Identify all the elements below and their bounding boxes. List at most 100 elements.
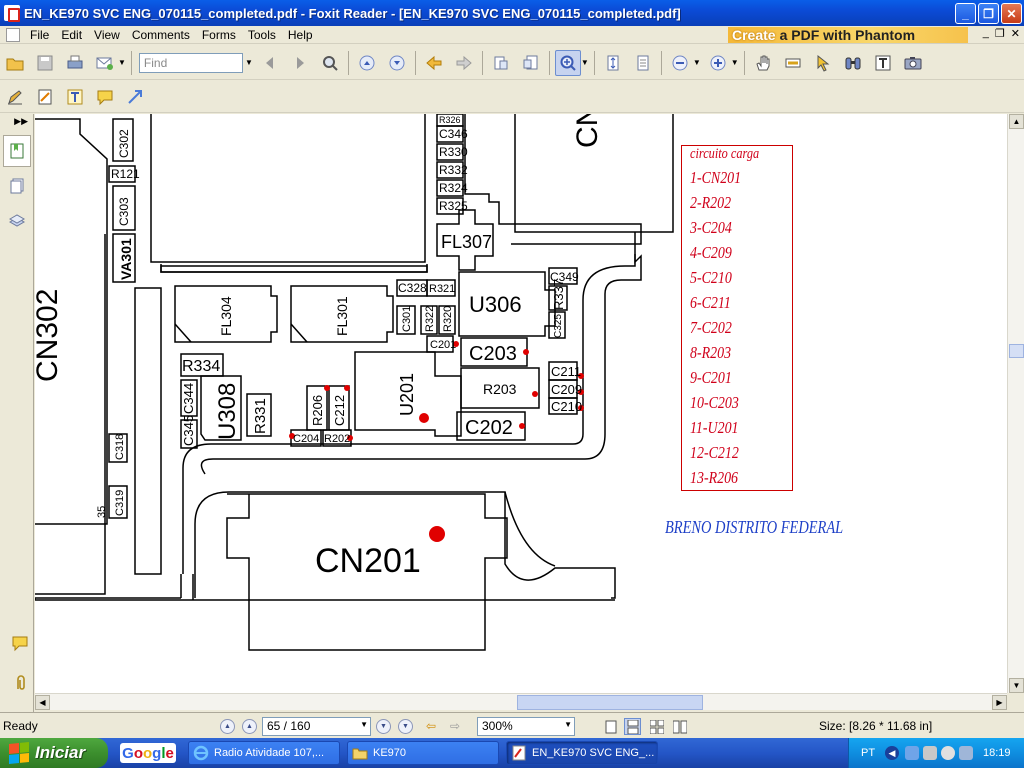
layers-tab[interactable] <box>3 205 31 237</box>
zoom-out-button[interactable] <box>667 50 693 76</box>
label-c344: C344 <box>181 383 196 414</box>
insert-pages-icon <box>523 55 538 69</box>
note-tool-button[interactable] <box>32 84 58 110</box>
minimize-button[interactable]: _ <box>955 3 976 24</box>
clock[interactable]: 18:19 <box>983 747 1011 759</box>
fit-width-button[interactable] <box>630 50 656 76</box>
scroll-left-arrow[interactable]: ◀ <box>35 695 50 710</box>
close-button[interactable]: ✕ <box>1001 3 1022 24</box>
zoom-tool-dropdown[interactable]: ▼ <box>581 58 589 67</box>
zoom-dropdown-arrow[interactable]: ▼ <box>564 720 572 729</box>
search-button[interactable] <box>317 50 343 76</box>
menu-edit[interactable]: Edit <box>55 28 88 42</box>
status-bar: Ready ▲ ▲ 65 / 160 ▼ ▼ ▼ ⇦ ⇨ 300% ▼ Size… <box>0 712 1024 738</box>
zoom-tool-button[interactable] <box>554 49 581 76</box>
label-r326: R326 <box>439 115 461 125</box>
callout-tool-button[interactable] <box>92 84 118 110</box>
horizontal-scroll-thumb[interactable] <box>517 695 703 710</box>
next-page-nav-button[interactable]: ▼ <box>376 719 391 734</box>
select-text-icon <box>785 58 801 67</box>
scroll-up-arrow[interactable]: ▲ <box>1009 114 1024 129</box>
scroll-down-arrow[interactable]: ▼ <box>1009 678 1024 693</box>
open-button[interactable] <box>2 50 28 76</box>
forward-button[interactable] <box>451 50 477 76</box>
horizontal-scrollbar[interactable]: ◀ ▶ <box>35 693 1007 710</box>
email-dropdown-arrow[interactable]: ▼ <box>118 58 126 67</box>
taskbar-item-foxit[interactable]: EN_KE970 SVC ENG_... <box>506 741 658 765</box>
select-annotation-button[interactable] <box>810 50 836 76</box>
page-number-input[interactable]: 65 / 160 ▼ <box>262 717 371 736</box>
comments-tab[interactable] <box>6 627 34 659</box>
network-icon[interactable] <box>905 746 919 760</box>
google-quicklaunch[interactable]: Google <box>120 743 176 763</box>
email-button[interactable] <box>92 50 118 76</box>
find-input[interactable]: Find <box>138 52 243 73</box>
language-indicator[interactable]: PT <box>861 747 875 759</box>
back-button[interactable] <box>421 50 447 76</box>
previous-page-button[interactable] <box>354 50 380 76</box>
extract-pages-button[interactable] <box>488 50 514 76</box>
previous-page-nav-button[interactable]: ▲ <box>242 719 257 734</box>
attachments-tab[interactable] <box>6 667 34 699</box>
pages-thumbnail-icon <box>10 178 24 194</box>
vertical-scroll-thumb[interactable] <box>1009 344 1024 358</box>
next-page-button[interactable] <box>384 50 410 76</box>
scroll-right-arrow[interactable]: ▶ <box>992 695 1007 710</box>
arrow-tool-button[interactable] <box>122 84 148 110</box>
loupe-button[interactable] <box>840 50 866 76</box>
taskbar-item-ke970[interactable]: KE970 <box>347 741 499 765</box>
print-button[interactable] <box>62 50 88 76</box>
expand-panel-icon[interactable]: ▶▶ <box>14 116 28 127</box>
continuous-view-button[interactable] <box>624 718 641 735</box>
tray-app-icon[interactable] <box>959 746 973 760</box>
taskbar-item-radio[interactable]: Radio Atividade 107,... <box>188 741 340 765</box>
phantom-ad-banner[interactable]: Create a PDF with Phantom <box>728 27 968 43</box>
snapshot-button[interactable] <box>900 50 926 76</box>
document-view[interactable]: C302 R121 C303 VA301 CN302 R326 C346 R33… <box>35 114 1007 693</box>
volume-icon[interactable] <box>923 746 937 760</box>
doc-minimize-button[interactable]: _ <box>983 27 989 40</box>
title-bar[interactable]: EN_KE970 SVC ENG_070115_completed.pdf - … <box>0 0 1024 26</box>
menu-comments[interactable]: Comments <box>126 28 196 42</box>
document-icon[interactable] <box>6 27 20 42</box>
zoom-in-button[interactable] <box>705 50 731 76</box>
menu-view[interactable]: View <box>88 28 126 42</box>
pencil-tool-button[interactable] <box>2 84 28 110</box>
typewriter-tool-button[interactable] <box>62 84 88 110</box>
zoom-level-input[interactable]: 300% ▼ <box>477 717 575 736</box>
page-dropdown-arrow[interactable]: ▼ <box>360 720 368 729</box>
tray-expand-icon[interactable]: ◀ <box>885 746 899 760</box>
doc-restore-button[interactable]: ❐ <box>995 27 1005 40</box>
doc-close-button[interactable]: ✕ <box>1011 27 1020 40</box>
menu-forms[interactable]: Forms <box>196 28 242 42</box>
insert-pages-button[interactable] <box>518 50 544 76</box>
last-page-button[interactable]: ▼ <box>398 719 413 734</box>
hand-tool-button[interactable] <box>750 50 776 76</box>
zoom-in-dropdown[interactable]: ▼ <box>731 58 739 67</box>
history-back-icon[interactable]: ⇦ <box>426 719 436 733</box>
pages-tab[interactable] <box>3 170 31 202</box>
find-next-button[interactable] <box>287 50 313 76</box>
bookmarks-tab[interactable] <box>3 135 31 167</box>
fit-page-button[interactable] <box>600 50 626 76</box>
label-c301: C301 <box>401 306 413 332</box>
first-page-button[interactable]: ▲ <box>220 719 235 734</box>
menu-help[interactable]: Help <box>282 28 319 42</box>
text-viewer-button[interactable] <box>870 50 896 76</box>
antivirus-icon[interactable] <box>941 746 955 760</box>
single-page-view-button[interactable] <box>602 718 619 735</box>
zoom-out-dropdown[interactable]: ▼ <box>693 58 701 67</box>
history-forward-icon[interactable]: ⇨ <box>450 719 460 733</box>
menu-tools[interactable]: Tools <box>242 28 282 42</box>
save-button[interactable] <box>32 50 58 76</box>
vertical-scrollbar[interactable]: ▲ ▼ <box>1007 114 1024 693</box>
find-dropdown[interactable]: ▼ <box>243 53 255 73</box>
foxit-app-icon[interactable] <box>4 5 20 22</box>
start-button[interactable]: Iniciar <box>0 738 108 768</box>
continuous-facing-view-button[interactable] <box>671 718 688 735</box>
restore-button[interactable]: ❐ <box>978 3 999 24</box>
facing-view-button[interactable] <box>648 718 665 735</box>
select-text-button[interactable] <box>780 50 806 76</box>
menu-file[interactable]: File <box>24 28 55 42</box>
find-previous-button[interactable] <box>257 50 283 76</box>
